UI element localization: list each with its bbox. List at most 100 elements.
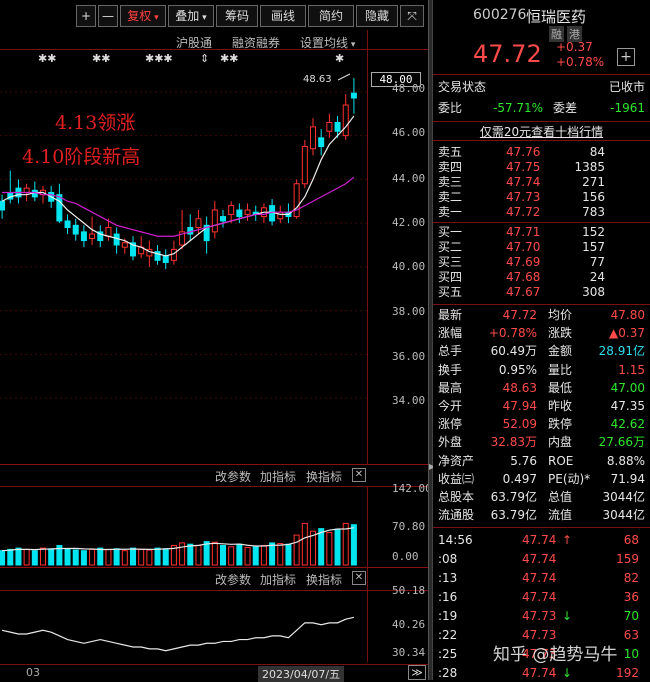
volume-bar [301,522,308,566]
chart-panel: + — 复权 ▾ 叠加 ▾ 筹码 画线 简约 隐藏 ⤧ 沪股通 融资融券 设置均… [0,0,432,682]
quote-label: 涨停 [438,417,463,432]
current-price-tag: 48.00 [371,72,421,87]
tick-volume: 10 [623,647,639,661]
quote-value: 3044亿 [602,508,645,523]
arrow-down-icon: ↓ [562,609,573,623]
quote-row: 净资产 5.76 ROE 8.88% [438,453,645,470]
tick-price: 47.74 [522,590,557,604]
bid-volume: 308 [582,285,605,299]
stock-code: 600276 [473,7,527,23]
quote-value: 63.79亿 [490,490,537,504]
tick-time: :08 [438,552,458,566]
candle-body [162,255,169,263]
candle-body [269,205,276,222]
indicator2-params-button[interactable]: 改参数 [215,571,251,588]
candle-body [0,200,6,211]
stock-header: 600276 恒瑞医药 融 港 47.72 +0.37 +0.78% + [433,0,650,75]
rsi-tick: 40.26 [392,618,426,631]
candle-body [113,233,120,246]
quote-value: 8.88% [606,453,645,468]
ma20-line [2,176,355,237]
add-watchlist-button[interactable]: + [617,48,635,66]
volume-bar [48,548,55,566]
quote-label: 总值 [548,490,573,504]
volume-bar [285,543,292,566]
candle-body [244,209,251,215]
price-tick: 34.00 [392,394,426,407]
quote-value: 47.35 [610,399,645,413]
volume-bar [326,532,333,566]
quote-label: 昨收 [548,399,573,413]
volume-bar [7,548,14,566]
candle-body [301,146,308,185]
tick-price: 47.73 [522,609,557,623]
scroll-right-button[interactable]: ≫ [408,665,426,680]
tick-price: 47.74 [522,533,557,547]
indicator2-add-button[interactable]: 加指标 [260,571,296,588]
date-bar: 03 2023/04/07/五 ≫ [0,664,428,682]
volume-bar [244,546,251,566]
watermark: 知乎 @趋势马牛 [493,645,618,665]
candle-body [31,189,38,198]
volume-bar [334,528,341,566]
volume-bar [154,547,161,566]
quote-row: 流通股 63.79亿 流值 3044亿 [438,507,645,524]
quote-label: 流通股 [438,508,475,523]
trade-status-row: 交易状态 已收市 [438,79,645,96]
volume-bar [318,528,325,566]
quote-label: 均价 [548,308,573,322]
volume-bar [277,543,284,566]
candle-body [187,227,194,235]
upgrade-promo-link[interactable]: 仅需20元查看十档行情 [433,121,650,141]
volume-bar [260,545,267,566]
tick-volume: 36 [623,590,639,604]
quote-value: 60.49万 [490,344,537,359]
price-tick: 38.00 [392,305,426,318]
tick-row: :13 47.74 82 [438,570,645,587]
quote-value: 0.95% [498,362,537,377]
tick-price: 47.74 [522,666,557,680]
tick-volume: 70 [623,609,639,623]
tick-time: :13 [438,571,458,585]
quote-row: 最高 48.63 最低 47.00 [438,380,645,397]
volume-bar [64,548,71,566]
volume-bar [350,524,357,566]
volume-bar [146,549,153,566]
tick-volume: 82 [623,571,639,585]
volume-bar [23,548,30,566]
tick-volume: 63 [623,628,639,642]
peak-label: 48.63 [303,74,332,85]
quote-value: 47.00 [610,380,645,395]
close-icon[interactable]: ✕ [352,468,366,482]
quote-label: 总手 [438,344,463,359]
last-price: 47.72 [473,40,542,68]
indicator1-params-button[interactable]: 改参数 [215,468,251,485]
quote-label: 最新 [438,308,463,322]
quote-value: 3044亿 [602,490,645,504]
quote-value: 63.79亿 [490,508,537,523]
quote-value: 47.80 [610,308,645,322]
quote-value: 47.94 [502,399,537,413]
weibi-value: -57.71% [493,101,544,115]
volume-bar [187,543,194,566]
indicator1-add-button[interactable]: 加指标 [260,468,296,485]
volume-bar [31,550,38,566]
quote-label: 流值 [548,508,573,523]
quote-row: 最新 47.72 均价 47.80 [438,307,645,324]
candle-body [64,220,71,228]
quote-label: 金额 [548,344,573,359]
trade-status-label: 交易状态 [438,80,487,94]
volume-bar [138,548,145,566]
indicator1-switch-button[interactable]: 换指标 [306,468,342,485]
indicator2-switch-button[interactable]: 换指标 [306,571,342,588]
tick-row: :28 47.74 ↓ 192 [438,665,645,682]
quote-panel: 600276 恒瑞医药 融 港 47.72 +0.37 +0.78% + 交易状… [433,0,650,680]
candle-body [195,218,202,228]
quote-label: PE(动)* [548,471,591,486]
quote-label: ROE [548,453,574,468]
quote-row: 总手 60.49万 金额 28.91亿 [438,343,645,360]
volume-bar [211,541,218,566]
tick-time: :16 [438,590,458,604]
bid-row: 买五 47.67 308 [438,284,645,301]
close-icon[interactable]: ✕ [352,571,366,585]
